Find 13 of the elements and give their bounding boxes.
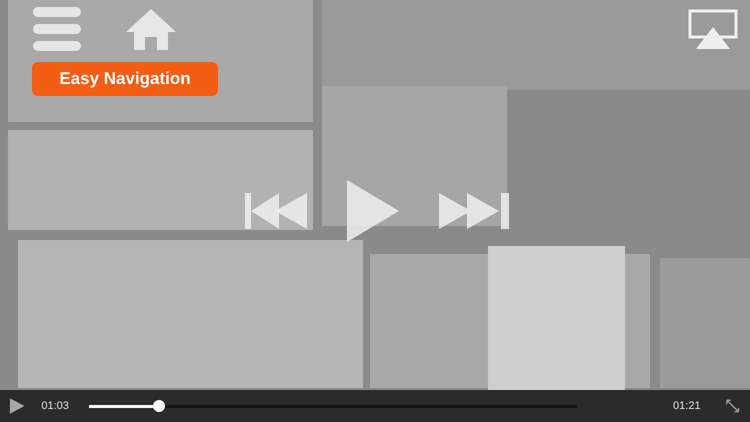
progress-thumb[interactable]: [152, 400, 165, 412]
fast-forward-icon[interactable]: [439, 193, 509, 229]
menu-pill-icon: [33, 41, 81, 51]
play-icon[interactable]: [8, 397, 26, 415]
callout-banner: Easy Navigation: [32, 62, 218, 96]
elapsed-time: 01:03: [41, 400, 69, 412]
airplay-icon[interactable]: [688, 9, 738, 51]
remaining-time: 01:21: [673, 400, 701, 412]
menu-pill-icon: [33, 7, 81, 17]
fullscreen-icon[interactable]: [724, 398, 740, 414]
play-icon[interactable]: [347, 180, 399, 242]
menu-pill-icon: [33, 24, 81, 34]
rewind-icon[interactable]: [245, 193, 307, 229]
